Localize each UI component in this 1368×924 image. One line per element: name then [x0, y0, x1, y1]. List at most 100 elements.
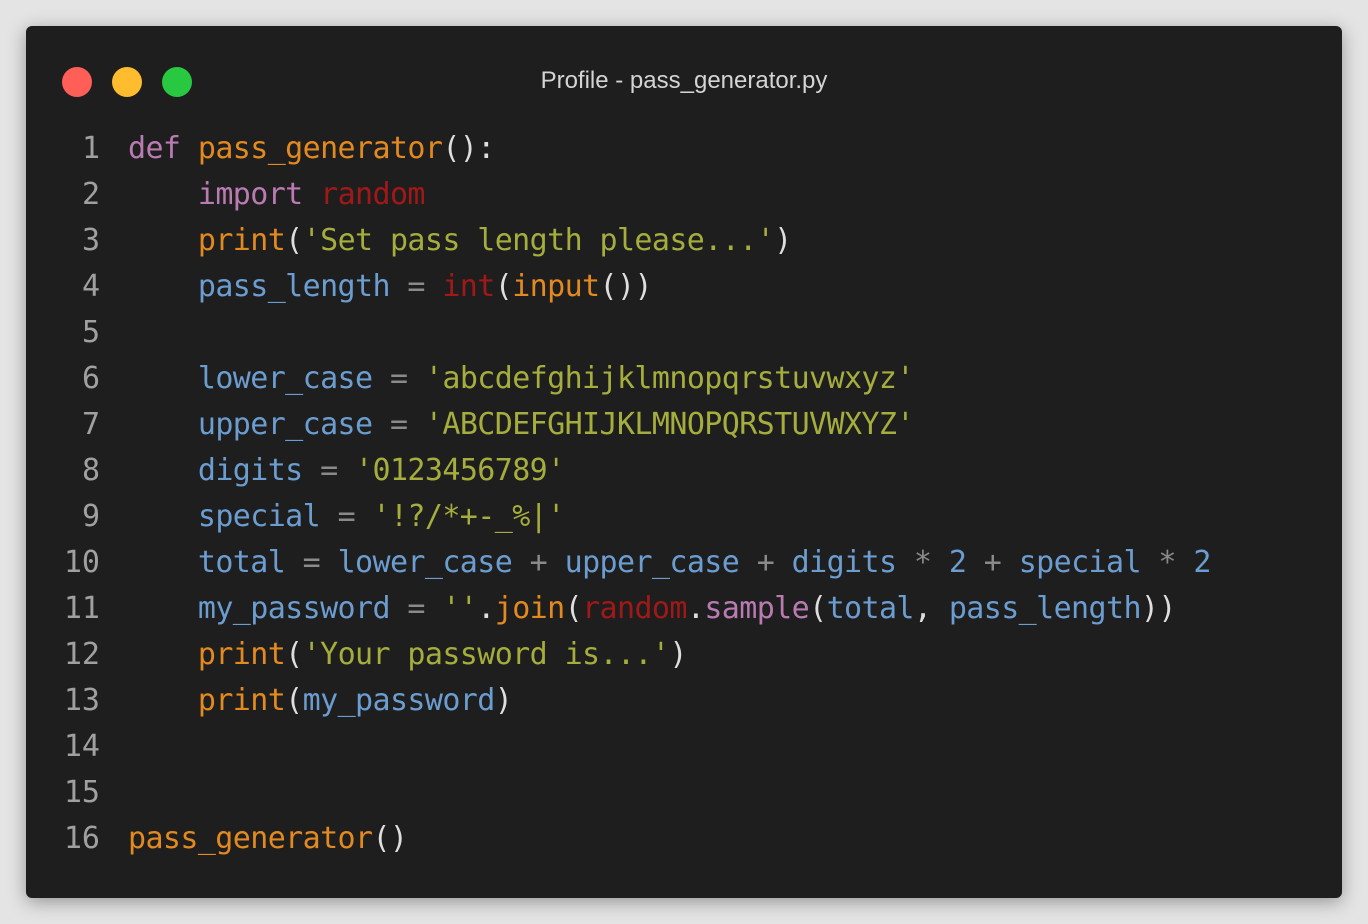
code-token: =: [407, 269, 425, 304]
code-token: lower_case: [337, 545, 513, 580]
line-number: 5: [81, 315, 100, 350]
line-content: print('Set pass length please...'): [100, 218, 792, 264]
code-line: 9 special = '!?/*+-_%|': [26, 494, 1342, 540]
code-window: Profile - pass_generator.py 1 def pass_ge…: [26, 26, 1342, 898]
line-number: 9: [81, 499, 100, 534]
code-line: 15: [26, 770, 1342, 816]
code-token: )): [1140, 591, 1177, 626]
line-content: upper_case = 'ABCDEFGHIJKLMNOPQRSTUVWXYZ…: [100, 402, 915, 448]
code-token: +: [983, 545, 1002, 580]
code-token: upper_case: [197, 407, 373, 442]
code-token: =: [337, 499, 356, 534]
code-line: 10 total = lower_case + upper_case + dig…: [26, 540, 1342, 586]
line-number: 13: [63, 683, 100, 718]
code-token: +: [756, 545, 775, 580]
code-token: (: [494, 269, 513, 304]
code-token: '': [442, 591, 478, 626]
code-token: special: [1018, 545, 1142, 580]
code-token: digits: [197, 453, 303, 488]
code-line: 12 print('Your password is...'): [26, 632, 1342, 678]
line-number: 4: [81, 269, 100, 304]
code-token: pass_generator: [197, 131, 443, 166]
code-token: 'Your password is...': [302, 637, 670, 672]
line-number: 15: [63, 775, 100, 810]
code-token: print: [197, 223, 286, 258]
line-content: def pass_generator():: [100, 126, 495, 172]
code-line: 5: [26, 310, 1342, 356]
line-number: 10: [63, 545, 100, 580]
code-token: total: [197, 545, 286, 580]
code-line: 14: [26, 724, 1342, 770]
line-number: 2: [81, 177, 100, 212]
line-number: 7: [81, 407, 100, 442]
line-content: [100, 310, 128, 356]
code-token: (: [285, 223, 303, 258]
code-token: lower_case: [197, 361, 373, 396]
code-token: *: [1158, 545, 1176, 580]
code-token: random: [320, 177, 425, 212]
code-line: 8 digits = '0123456789': [26, 448, 1342, 494]
code-token: ():: [442, 131, 495, 166]
code-line: 7 upper_case = 'ABCDEFGHIJKLMNOPQRSTUVWX…: [26, 402, 1342, 448]
code-token: total: [826, 591, 915, 626]
code-token: =: [389, 361, 408, 396]
code-line: 3 print('Set pass length please...'): [26, 218, 1342, 264]
code-token: digits: [791, 545, 897, 580]
code-token: (: [285, 683, 303, 718]
code-line: 6 lower_case = 'abcdefghijklmnopqrstuvwx…: [26, 356, 1342, 402]
code-token: =: [389, 407, 408, 442]
line-number: 16: [63, 821, 100, 856]
code-token: join: [494, 591, 565, 626]
line-content: print('Your password is...'): [100, 632, 688, 678]
code-token: 2: [948, 545, 967, 580]
line-content: [100, 770, 128, 816]
code-token: int: [442, 269, 495, 304]
code-token: 2: [1193, 545, 1211, 580]
code-token: my_password: [302, 683, 496, 718]
code-token: (: [564, 591, 583, 626]
line-content: digits = '0123456789': [100, 448, 565, 494]
line-number: 3: [81, 223, 100, 258]
code-line: 16 pass_generator(): [26, 816, 1342, 862]
code-token: ): [494, 683, 513, 718]
line-content: special = '!?/*+-_%|': [100, 494, 565, 540]
code-token: =: [407, 591, 425, 626]
code-token: (: [285, 637, 303, 672]
line-number: 6: [81, 361, 100, 396]
code-editor[interactable]: 1 def pass_generator(): 2 import random 3 p…: [26, 126, 1342, 862]
window-title: Profile - pass_generator.py: [540, 67, 828, 94]
line-number: 12: [63, 637, 100, 672]
line-content: my_password = ''.join(random.sample(tota…: [100, 586, 1177, 632]
code-token: =: [302, 545, 321, 580]
code-token: print: [197, 683, 286, 718]
code-token: '0123456789': [355, 453, 565, 488]
line-number: 8: [81, 453, 100, 488]
code-token: .: [686, 591, 705, 626]
line-content: pass_length = int(input()): [100, 264, 653, 310]
code-token: import: [197, 177, 303, 212]
code-token: 'Set pass length please...': [302, 223, 775, 258]
